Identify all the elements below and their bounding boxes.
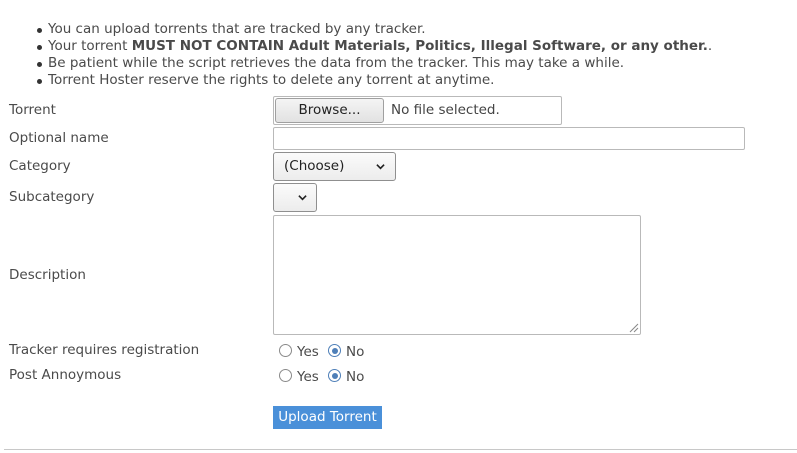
rule-item: Your torrent MUST NOT CONTAIN Adult Mate… xyxy=(36,38,713,54)
file-status-text: No file selected. xyxy=(391,102,500,118)
category-selected-value: (Choose) xyxy=(284,158,345,174)
subcategory-label: Subcategory xyxy=(9,189,95,205)
resize-grip-icon[interactable] xyxy=(627,321,639,333)
tracker-registration-yes-radio[interactable] xyxy=(279,344,292,357)
category-select[interactable]: (Choose) xyxy=(273,152,396,181)
upload-rules-list: You can upload torrents that are tracked… xyxy=(36,21,713,89)
chevron-down-icon xyxy=(376,164,385,170)
optional-name-input[interactable] xyxy=(273,127,745,150)
description-label: Description xyxy=(9,267,86,283)
tracker-registration-label: Tracker requires registration xyxy=(9,342,200,358)
rule-emphasis: MUST NOT CONTAIN Adult Materials, Politi… xyxy=(131,38,708,54)
post-anonymous-no-radio[interactable] xyxy=(328,369,341,382)
category-label: Category xyxy=(9,158,71,174)
browse-button[interactable]: Browse... xyxy=(275,98,384,123)
upload-torrent-button[interactable]: Upload Torrent xyxy=(273,406,382,429)
chevron-down-icon xyxy=(298,195,307,201)
rule-item: Torrent Hoster reserve the rights to del… xyxy=(36,72,712,89)
description-textarea[interactable] xyxy=(273,215,641,335)
yes-label: Yes xyxy=(297,344,319,360)
yes-label: Yes xyxy=(297,369,319,385)
torrent-label: Torrent xyxy=(9,102,56,118)
optional-name-label: Optional name xyxy=(9,130,109,146)
tracker-registration-no-radio[interactable] xyxy=(328,344,341,357)
no-label: No xyxy=(346,344,365,360)
no-label: No xyxy=(346,369,365,385)
torrent-file-input[interactable]: Browse... No file selected. xyxy=(273,96,562,125)
rule-item: Be patient while the script retrieves th… xyxy=(36,55,712,72)
rule-item: You can upload torrents that are tracked… xyxy=(36,21,712,38)
post-anonymous-label: Post Annoymous xyxy=(9,367,122,383)
subcategory-select[interactable] xyxy=(273,183,317,212)
post-anonymous-yes-radio[interactable] xyxy=(279,369,292,382)
footer-divider xyxy=(4,449,797,450)
